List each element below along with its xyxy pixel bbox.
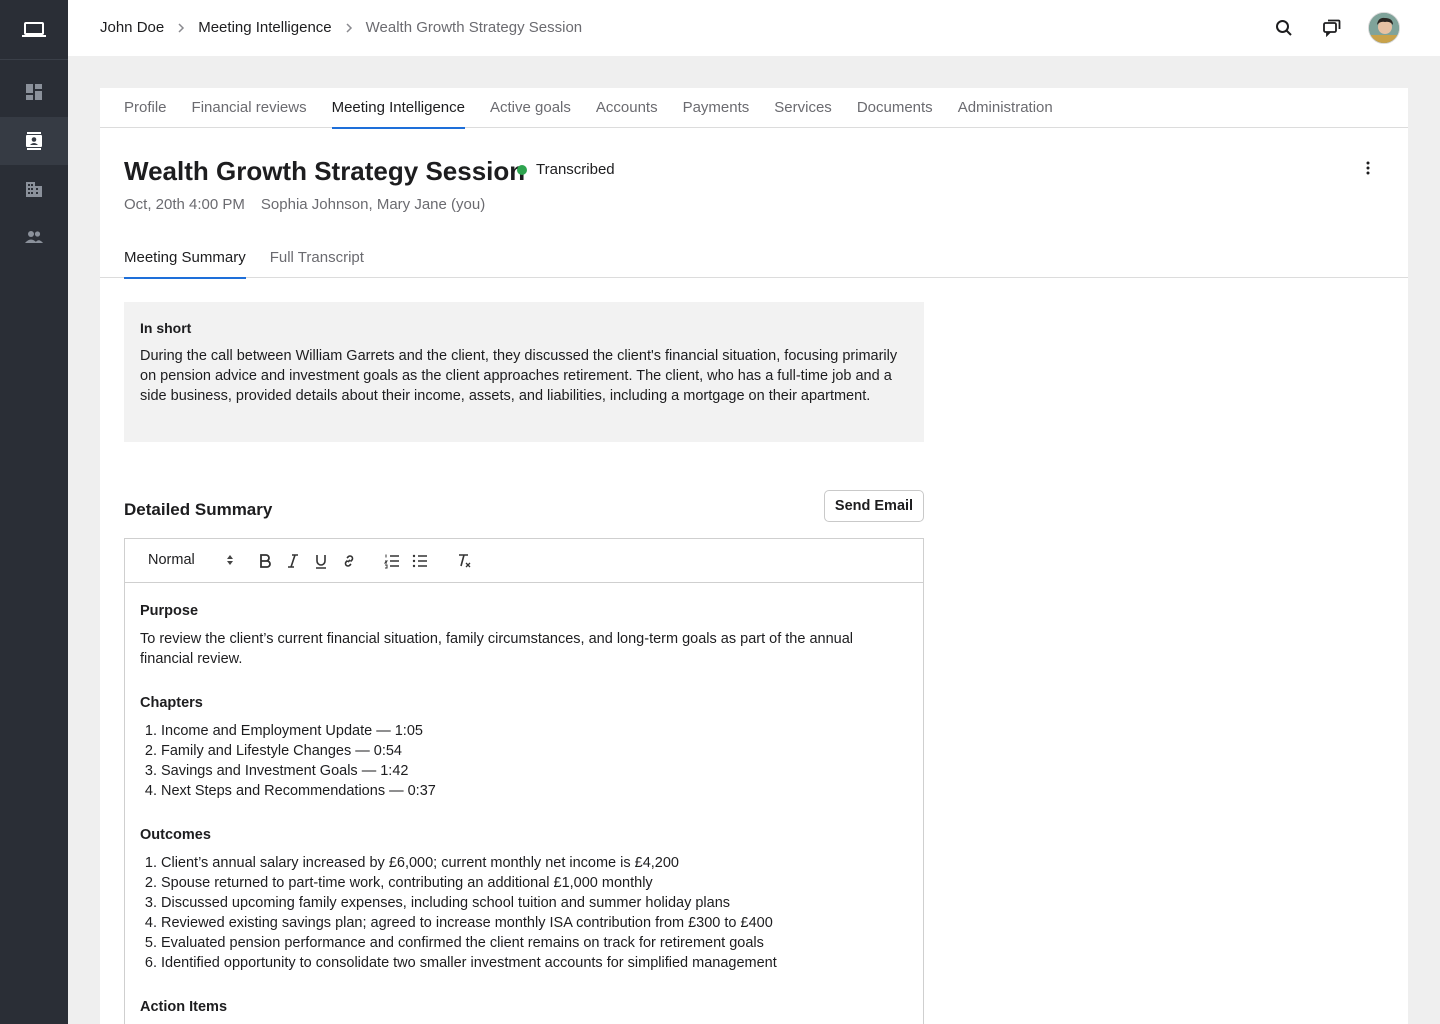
sidebar-item-contacts[interactable] bbox=[0, 117, 68, 165]
format-select-value: Normal bbox=[148, 552, 195, 568]
list-item: Income and Employment Update — 1:05 bbox=[161, 721, 908, 741]
more-options-icon[interactable] bbox=[1360, 158, 1376, 178]
dashboard-icon bbox=[26, 84, 42, 100]
chapters-list: Income and Employment Update — 1:05 Fami… bbox=[161, 721, 908, 801]
purpose-heading: Purpose bbox=[140, 603, 199, 619]
outcomes-heading: Outcomes bbox=[140, 827, 211, 843]
tab-financial-reviews[interactable]: Financial reviews bbox=[192, 88, 307, 128]
purpose-text: To review the client’s current financial… bbox=[140, 631, 853, 667]
breadcrumb: John Doe Meeting Intelligence Wealth Gro… bbox=[100, 19, 582, 36]
tab-full-transcript[interactable]: Full Transcript bbox=[270, 238, 364, 278]
in-short-box: In short During the call between William… bbox=[124, 302, 924, 442]
tab-accounts[interactable]: Accounts bbox=[596, 88, 658, 128]
send-email-button[interactable]: Send Email bbox=[824, 490, 924, 522]
sidebar bbox=[0, 0, 68, 1024]
sidebar-item-team[interactable] bbox=[0, 213, 68, 261]
editor-toolbar: Normal bbox=[125, 539, 923, 583]
meeting-tabs: Meeting Summary Full Transcript bbox=[100, 238, 1408, 279]
italic-icon[interactable] bbox=[283, 551, 303, 571]
bullet-list-icon[interactable] bbox=[410, 551, 430, 571]
breadcrumb-current: Wealth Growth Strategy Session bbox=[365, 19, 583, 36]
tab-meeting-intelligence[interactable]: Meeting Intelligence bbox=[331, 88, 466, 129]
app-logo[interactable] bbox=[0, 0, 68, 60]
format-select[interactable]: Normal bbox=[148, 552, 234, 568]
tab-active-goals[interactable]: Active goals bbox=[490, 88, 571, 128]
tab-documents[interactable]: Documents bbox=[857, 88, 933, 128]
breadcrumb-section[interactable]: Meeting Intelligence bbox=[198, 19, 331, 36]
underline-icon[interactable] bbox=[311, 551, 331, 571]
summary-editor[interactable]: Normal Purpose To review the client’s cu… bbox=[124, 538, 924, 1024]
avatar[interactable] bbox=[1368, 12, 1400, 44]
status-badge: Transcribed bbox=[517, 161, 615, 178]
client-panel: Profile Financial reviews Meeting Intell… bbox=[100, 88, 1408, 1024]
client-tabs: Profile Financial reviews Meeting Intell… bbox=[100, 88, 1408, 129]
people-icon bbox=[25, 231, 43, 243]
action-items-heading: Action Items bbox=[140, 999, 228, 1015]
sidebar-item-companies[interactable] bbox=[0, 165, 68, 213]
tab-administration[interactable]: Administration bbox=[958, 88, 1053, 128]
status-label: Transcribed bbox=[536, 161, 615, 178]
page-title: Wealth Growth Strategy Session bbox=[124, 156, 526, 186]
bold-icon[interactable] bbox=[255, 551, 275, 571]
search-icon[interactable] bbox=[1272, 16, 1296, 40]
building-icon bbox=[26, 182, 42, 197]
list-item: Identified opportunity to consolidate tw… bbox=[161, 953, 908, 973]
link-icon[interactable] bbox=[339, 551, 359, 571]
list-item: Spouse returned to part-time work, contr… bbox=[161, 873, 908, 893]
status-dot-icon bbox=[517, 164, 527, 175]
sort-arrows-icon bbox=[227, 555, 233, 565]
editor-content[interactable]: Purpose To review the client’s current f… bbox=[125, 583, 923, 1024]
tab-meeting-summary[interactable]: Meeting Summary bbox=[124, 238, 246, 279]
main-area: John Doe Meeting Intelligence Wealth Gro… bbox=[68, 0, 1440, 1024]
list-item: Next Steps and Recommendations — 0:37 bbox=[161, 781, 908, 801]
list-item: Reviewed existing savings plan; agreed t… bbox=[161, 913, 908, 933]
tab-services[interactable]: Services bbox=[774, 88, 832, 128]
outcomes-list: Client’s annual salary increased by £6,0… bbox=[161, 853, 908, 973]
chevron-right-icon bbox=[338, 21, 360, 35]
tab-payments[interactable]: Payments bbox=[683, 88, 750, 128]
meeting-participants: Sophia Johnson, Mary Jane (you) bbox=[260, 196, 486, 213]
chapters-heading: Chapters bbox=[140, 695, 203, 711]
list-item: Discussed upcoming family expenses, incl… bbox=[161, 893, 908, 913]
top-bar: John Doe Meeting Intelligence Wealth Gro… bbox=[68, 0, 1440, 56]
in-short-text: During the call between William Garrets … bbox=[140, 348, 898, 404]
sidebar-item-dashboard[interactable] bbox=[0, 68, 68, 116]
list-item: Family and Lifestyle Changes — 0:54 bbox=[161, 741, 908, 761]
detailed-summary-title: Detailed Summary bbox=[124, 500, 273, 519]
in-short-heading: In short bbox=[140, 320, 192, 336]
list-item: Client’s annual salary increased by £6,0… bbox=[161, 853, 908, 873]
list-item: Savings and Investment Goals — 1:42 bbox=[161, 761, 908, 781]
chat-icon[interactable] bbox=[1320, 16, 1344, 40]
meeting-date: Oct, 20th 4:00 PM bbox=[124, 196, 245, 213]
list-item: Evaluated pension performance and confir… bbox=[161, 933, 908, 953]
meeting-meta: Oct, 20th 4:00 PM Sophia Johnson, Mary J… bbox=[124, 196, 485, 213]
chevron-right-icon bbox=[170, 21, 192, 35]
tab-profile[interactable]: Profile bbox=[124, 88, 167, 128]
numbered-list-icon[interactable] bbox=[382, 551, 402, 571]
laptop-icon bbox=[22, 21, 46, 37]
contact-card-icon bbox=[26, 132, 42, 150]
breadcrumb-client[interactable]: John Doe bbox=[100, 19, 164, 36]
clear-format-icon[interactable] bbox=[454, 551, 474, 571]
